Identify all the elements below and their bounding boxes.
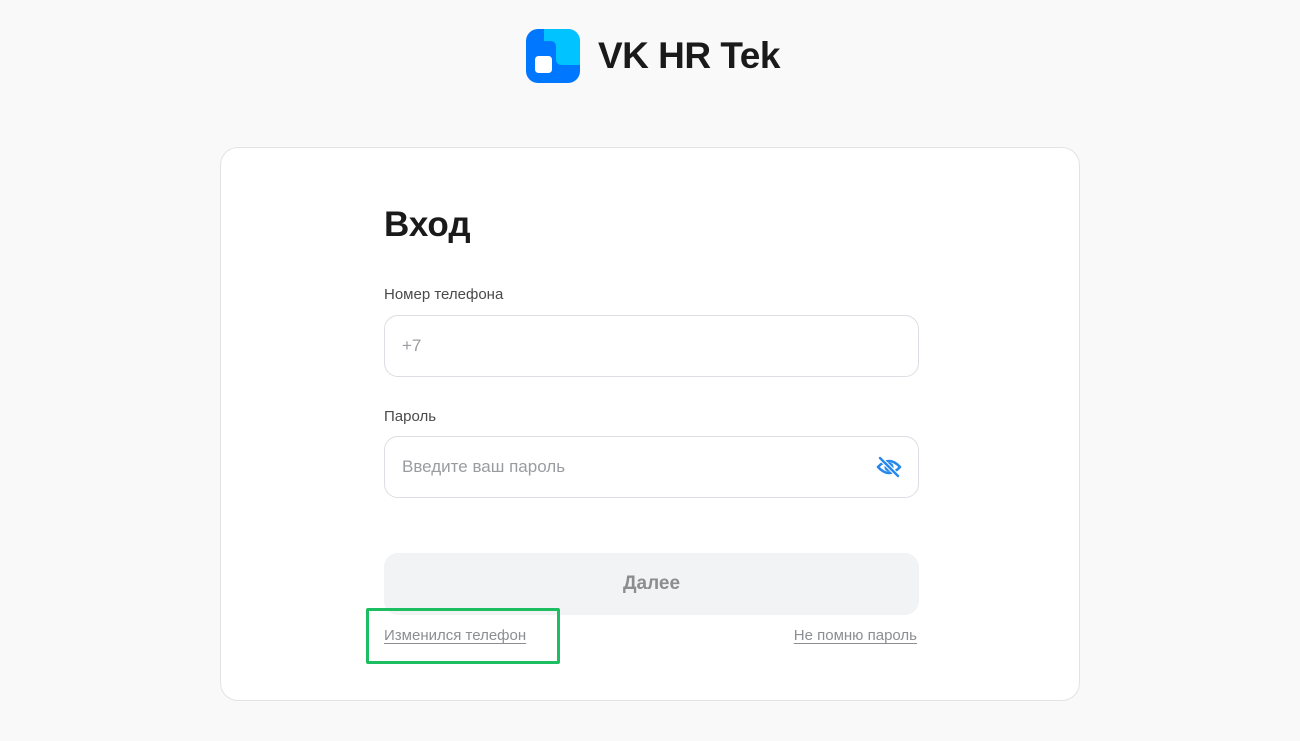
phone-changed-link[interactable]: Изменился телефон [384, 626, 526, 646]
next-button[interactable]: Далее [384, 553, 919, 615]
eye-slash-icon[interactable] [876, 456, 902, 478]
brand-name: VK HR Tek [598, 35, 780, 76]
password-input[interactable] [402, 437, 862, 497]
forgot-password-link[interactable]: Не помню пароль [794, 626, 917, 646]
phone-field [384, 315, 919, 377]
vk-hr-tek-logo-icon [526, 29, 580, 83]
password-label: Пароль [384, 408, 437, 425]
password-field [384, 436, 919, 498]
login-card: Вход Номер телефона Пароль Далее Изменил… [220, 147, 1080, 701]
phone-label: Номер телефона [384, 286, 504, 303]
phone-input[interactable] [402, 316, 862, 376]
brand-header: VK HR Tek [526, 29, 780, 83]
page-title: Вход [384, 205, 471, 244]
